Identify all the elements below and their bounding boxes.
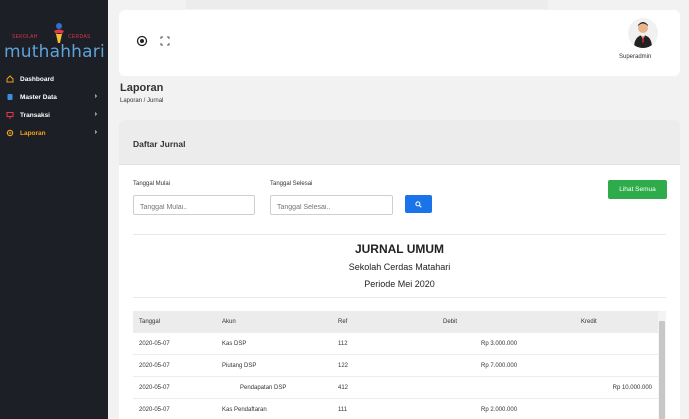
divider (133, 297, 666, 298)
sidebar-item-laporan[interactable]: Laporan › (0, 124, 108, 142)
database-icon (5, 93, 14, 102)
cell-account: Piutang DSP (222, 362, 257, 369)
cell-account: Pendapatan DSP (240, 384, 287, 391)
logo-brand: muthahhari (4, 42, 105, 62)
sidebar-item-label: Laporan (20, 129, 46, 137)
cell-date: 2020-05-07 (139, 340, 170, 347)
sidebar-item-label: Dashboard (20, 75, 54, 83)
report-period: Periode Mei 2020 (364, 279, 435, 289)
cell-ref: 122 (338, 362, 349, 369)
cell-date: 2020-05-07 (139, 362, 170, 369)
user-name[interactable]: Superadmin (619, 54, 651, 60)
cell-credit: Rp 10.000.000 (612, 384, 652, 391)
top-bar: Superadmin (119, 10, 680, 76)
cell-date: 2020-05-07 (139, 406, 170, 413)
table-row: 2020-05-07 Kas Pendaftaran 111 Rp 2.000.… (133, 399, 666, 419)
sidebar-item-dashboard[interactable]: Dashboard (0, 70, 108, 88)
column-header-account[interactable]: Akun (222, 319, 236, 325)
monitor-icon (5, 111, 14, 120)
logo-mark-icon (54, 23, 64, 43)
sidebar-item-label: Transaksi (20, 111, 50, 119)
show-all-button[interactable]: Lihat Semua (608, 180, 667, 199)
cell-ref: 112 (338, 340, 348, 347)
column-header-credit[interactable]: Kredit (581, 319, 597, 325)
avatar[interactable] (628, 18, 658, 48)
end-date-input[interactable] (270, 195, 393, 215)
table-header-row: Tanggal Akun Ref Debit Kredit (133, 311, 666, 333)
column-header-debit[interactable]: Debit (443, 319, 457, 325)
page-title: Laporan (120, 82, 164, 94)
sidebar-menu: Dashboard Master Data › Transaksi › Lapo… (0, 70, 108, 142)
chevron-right-icon: › (94, 129, 97, 136)
journal-table: Tanggal Akun Ref Debit Kredit 2020-05-07… (133, 311, 666, 419)
settings-icon (5, 129, 14, 138)
cell-ref: 111 (338, 406, 348, 413)
cell-debit: Rp 7.000.000 (481, 362, 518, 369)
chevron-right-icon: › (94, 111, 97, 118)
search-button[interactable] (405, 195, 432, 213)
search-icon (415, 200, 422, 208)
toggle-icon[interactable] (136, 34, 148, 47)
scrollbar-thumb[interactable] (659, 321, 665, 419)
report-school: Sekolah Cerdas Matahari (348, 262, 451, 272)
sidebar-item-master-data[interactable]: Master Data › (0, 88, 108, 106)
start-date-input[interactable] (133, 195, 255, 215)
sidebar-item-transaksi[interactable]: Transaksi › (0, 106, 108, 124)
start-date-label: Tanggal Mulai (133, 181, 171, 187)
journal-card: Daftar Jurnal Tanggal Mulai Tanggal Sele… (119, 120, 680, 419)
top-strip (186, 0, 548, 9)
table-scrollbar[interactable] (658, 311, 666, 419)
chevron-right-icon: › (94, 93, 97, 100)
card-header: Daftar Jurnal (119, 120, 680, 165)
card-title: Daftar Jurnal (133, 139, 186, 149)
table-row: 2020-05-07 Kas DSP 112 Rp 3.000.000 (133, 333, 666, 355)
cell-account: Kas Pendaftaran (222, 406, 267, 413)
report-title: JURNAL UMUM (354, 242, 445, 256)
table-row: 2020-05-07 Piutang DSP 122 Rp 7.000.000 (133, 355, 666, 377)
column-header-date[interactable]: Tanggal (139, 319, 160, 325)
cell-account: Kas DSP (222, 340, 247, 347)
cell-ref: 412 (338, 384, 349, 391)
sidebar-item-label: Master Data (20, 93, 57, 101)
cell-debit: Rp 2.000.000 (481, 406, 518, 413)
fullscreen-icon[interactable] (159, 34, 171, 46)
home-icon (5, 75, 14, 84)
cell-date: 2020-05-07 (139, 384, 170, 391)
logo[interactable]: SEKOLAH CERDAS muthahhari (4, 18, 105, 68)
cell-debit: Rp 3.000.000 (481, 340, 518, 347)
end-date-label: Tanggal Selesai (270, 181, 313, 187)
divider (133, 234, 666, 235)
breadcrumb[interactable]: Laporan / Jurnal (120, 98, 163, 104)
column-header-ref[interactable]: Ref (338, 319, 347, 325)
logo-left-text: SEKOLAH (12, 34, 38, 40)
logo-right-text: CERDAS (68, 34, 91, 40)
table-row: 2020-05-07 Pendapatan DSP 412 Rp 10.000.… (133, 377, 666, 399)
sidebar: SEKOLAH CERDAS muthahhari Dashboard Mast… (0, 0, 108, 419)
